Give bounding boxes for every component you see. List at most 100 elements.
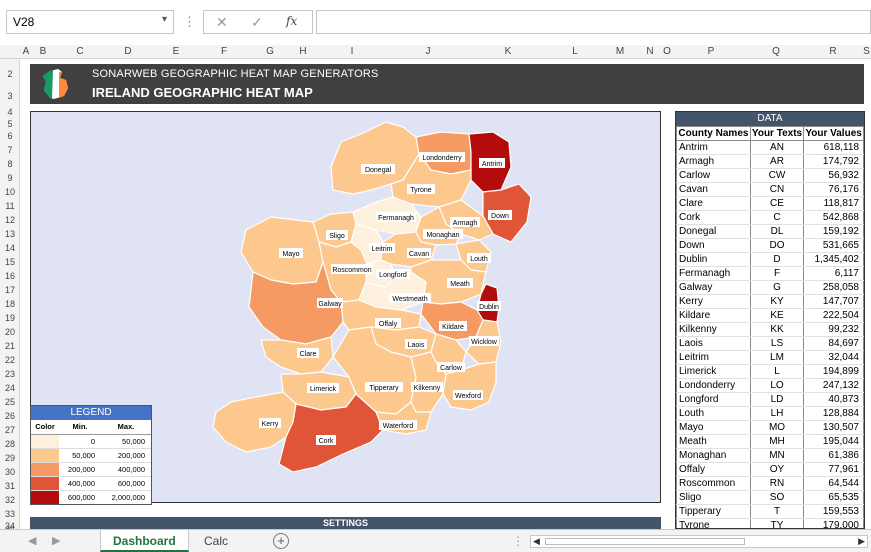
county-value-cell[interactable]: 61,386 (803, 448, 864, 463)
county-name-cell[interactable]: Kerry (676, 294, 751, 309)
county-name-cell[interactable]: Limerick (676, 364, 751, 379)
county-text-cell[interactable]: LS (749, 336, 805, 351)
column-header[interactable]: E (152, 46, 200, 57)
confirm-icon[interactable]: ✓ (251, 14, 263, 31)
column-header[interactable]: B (32, 46, 54, 57)
cancel-icon[interactable]: ✕ (216, 14, 228, 31)
row-header[interactable]: 32 (0, 495, 20, 505)
county-text-cell[interactable]: MO (749, 420, 805, 435)
row-header[interactable]: 16 (0, 271, 20, 281)
county-value-cell[interactable]: 542,868 (803, 210, 864, 225)
county-name-cell[interactable]: Sligo (676, 490, 751, 505)
column-header[interactable]: N (640, 46, 660, 57)
tab-calc[interactable]: Calc (192, 530, 240, 552)
column-header[interactable]: M (600, 46, 640, 57)
column-header[interactable]: H (292, 46, 314, 57)
county-name-cell[interactable]: Cavan (676, 182, 751, 197)
row-header[interactable]: 22 (0, 355, 20, 365)
row-header[interactable]: 26 (0, 411, 20, 421)
row-header[interactable]: 23 (0, 369, 20, 379)
county-text-cell[interactable]: RN (749, 476, 805, 491)
data-table-header[interactable]: Your Values (803, 126, 864, 141)
county-value-cell[interactable]: 147,707 (803, 294, 864, 309)
county-value-cell[interactable]: 6,117 (803, 266, 864, 281)
county-name-cell[interactable]: Down (676, 238, 751, 253)
column-header[interactable]: G (248, 46, 292, 57)
row-header[interactable]: 14 (0, 243, 20, 253)
row-header[interactable]: 13 (0, 229, 20, 239)
column-header[interactable]: K (466, 46, 550, 57)
county-text-cell[interactable]: G (749, 280, 805, 295)
county-value-cell[interactable]: 130,507 (803, 420, 864, 435)
insert-function-icon[interactable]: fx (286, 14, 297, 28)
county-text-cell[interactable]: LH (749, 406, 805, 421)
county-name-cell[interactable]: Kilkenny (676, 322, 751, 337)
row-header[interactable]: 5 (0, 119, 20, 129)
row-header[interactable]: 10 (0, 187, 20, 197)
county-text-cell[interactable]: LD (749, 392, 805, 407)
county-name-cell[interactable]: Roscommon (676, 476, 751, 491)
column-header[interactable]: D (104, 46, 152, 57)
county-text-cell[interactable]: MN (749, 448, 805, 463)
data-table-header[interactable]: Your Texts (749, 126, 805, 141)
county-value-cell[interactable]: 77,961 (803, 462, 864, 477)
county-value-cell[interactable]: 159,553 (803, 504, 864, 519)
row-header[interactable]: 7 (0, 145, 20, 155)
county-text-cell[interactable]: OY (749, 462, 805, 477)
scrollbar-thumb[interactable] (545, 538, 745, 545)
county-text-cell[interactable]: KY (749, 294, 805, 309)
column-header[interactable]: P (674, 46, 748, 57)
column-header[interactable]: C (56, 46, 104, 57)
scroll-tabs-left-icon[interactable]: ◀ (28, 534, 36, 547)
county-name-cell[interactable]: Longford (676, 392, 751, 407)
county-name-cell[interactable]: Fermanagh (676, 266, 751, 281)
county-name-cell[interactable]: Antrim (676, 140, 751, 155)
county-name-cell[interactable]: Monaghan (676, 448, 751, 463)
county-name-cell[interactable]: Leitrim (676, 350, 751, 365)
county-value-cell[interactable]: 65,535 (803, 490, 864, 505)
name-box[interactable]: V28 ▾ (6, 10, 174, 34)
county-text-cell[interactable]: CN (749, 182, 805, 197)
scroll-tabs-right-icon[interactable]: ▶ (52, 534, 60, 547)
county-name-cell[interactable]: Donegal (676, 224, 751, 239)
county-name-cell[interactable]: Dublin (676, 252, 751, 267)
county-text-cell[interactable]: MH (749, 434, 805, 449)
scroll-right-icon[interactable]: ▶ (858, 536, 865, 547)
county-value-cell[interactable]: 76,176 (803, 182, 864, 197)
row-header[interactable]: 2 (0, 69, 20, 79)
row-header[interactable]: 18 (0, 299, 20, 309)
row-header[interactable]: 21 (0, 341, 20, 351)
county-name-cell[interactable]: Tipperary (676, 504, 751, 519)
county-value-cell[interactable]: 531,665 (803, 238, 864, 253)
county-text-cell[interactable]: LM (749, 350, 805, 365)
column-header[interactable]: R (804, 46, 862, 57)
county-name-cell[interactable]: Meath (676, 434, 751, 449)
county-value-cell[interactable]: 194,899 (803, 364, 864, 379)
column-header[interactable]: Q (748, 46, 804, 57)
county-value-cell[interactable]: 64,544 (803, 476, 864, 491)
row-header[interactable]: 12 (0, 215, 20, 225)
county-value-cell[interactable]: 618,118 (803, 140, 864, 155)
row-header[interactable]: 27 (0, 425, 20, 435)
county-name-cell[interactable]: Armagh (676, 154, 751, 169)
column-header[interactable]: O (660, 46, 674, 57)
county-text-cell[interactable]: T (749, 504, 805, 519)
row-header[interactable]: 29 (0, 453, 20, 463)
county-value-cell[interactable]: 222,504 (803, 308, 864, 323)
county-name-cell[interactable]: Offaly (676, 462, 751, 477)
county-value-cell[interactable]: 159,192 (803, 224, 864, 239)
county-value-cell[interactable]: 128,884 (803, 406, 864, 421)
county-text-cell[interactable]: AR (749, 154, 805, 169)
row-header[interactable]: 6 (0, 131, 20, 141)
county-text-cell[interactable]: LO (749, 378, 805, 393)
horizontal-scrollbar[interactable]: ◀ ▶ (530, 535, 868, 548)
county-value-cell[interactable]: 99,232 (803, 322, 864, 337)
county-value-cell[interactable]: 179,000 (803, 518, 864, 528)
county-value-cell[interactable]: 84,697 (803, 336, 864, 351)
county-value-cell[interactable]: 174,792 (803, 154, 864, 169)
county-name-cell[interactable]: Laois (676, 336, 751, 351)
column-header[interactable]: L (550, 46, 600, 57)
row-header[interactable]: 30 (0, 467, 20, 477)
county-text-cell[interactable]: SO (749, 490, 805, 505)
tab-dashboard[interactable]: Dashboard (100, 530, 189, 552)
